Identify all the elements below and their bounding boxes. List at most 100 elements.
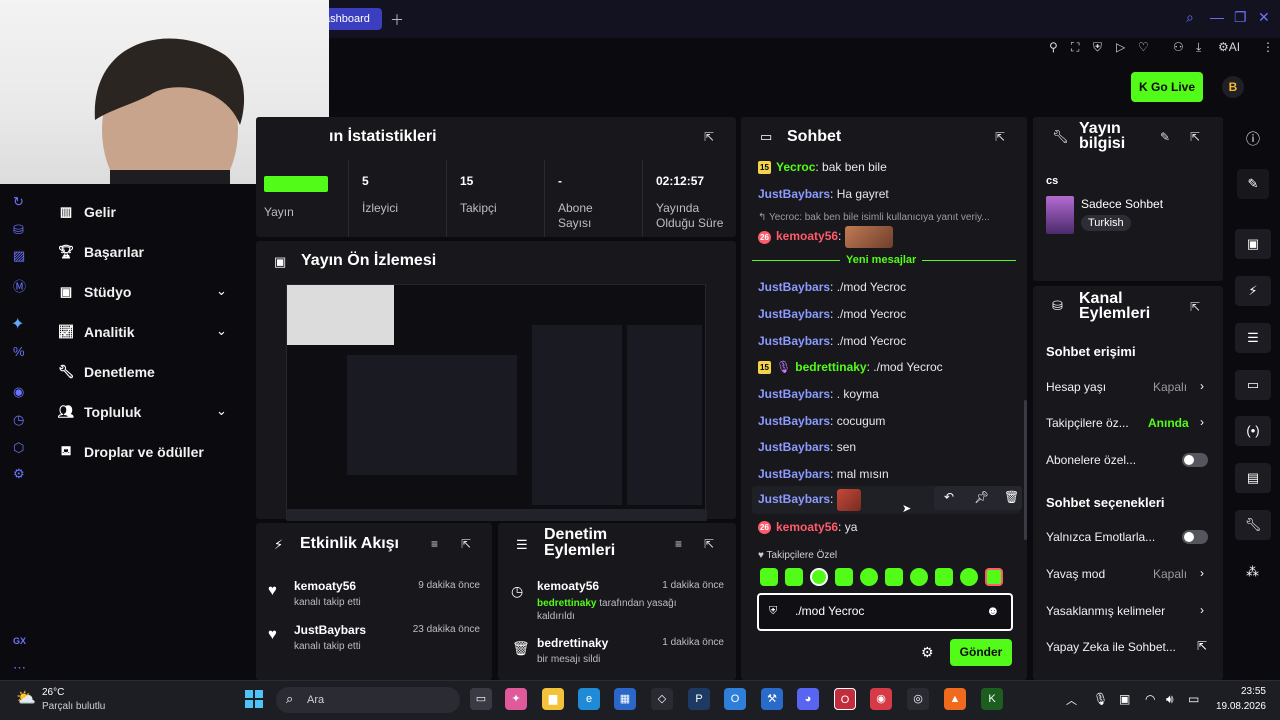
chevron-right-icon[interactable]: › [1200,379,1204,393]
emote-icon[interactable] [810,568,828,586]
sidebar-item-basarilar[interactable]: 🏆︎ Başarılar [56,241,144,263]
chat-username[interactable]: JustBaybars [758,187,830,201]
popout-icon[interactable]: ⇱ [995,130,1005,144]
chat-message[interactable]: JustBaybars: ./mod Yecroc [758,307,906,321]
new-tab-icon[interactable]: ＋ [390,10,404,30]
emote-icon[interactable] [935,568,953,586]
twitch-icon[interactable]: ▨ [13,248,25,264]
bag-icon[interactable]: ⛁ [13,222,24,238]
wrench-icon[interactable]: 🔧︎ [1235,510,1271,540]
info-icon[interactable]: ⓘ [1246,129,1260,149]
sidebar-item-gelir[interactable]: ▥ Gelir [56,201,116,223]
external-link-icon[interactable]: ⇱ [1197,639,1207,653]
row-ai-chat-label[interactable]: Yapay Zeka ile Sohbet... [1046,640,1176,654]
filter-icon[interactable]: ≡ [431,537,438,551]
taskbar-search[interactable] [276,687,460,713]
chat-username[interactable]: JustBaybars [758,414,830,428]
sidebar-item-analitik[interactable]: 📈︎ Analitik [56,321,135,343]
preview-toggle-icon[interactable]: ▣ [1235,229,1271,259]
account-icon[interactable]: ⚇ [1173,40,1184,54]
chat-username[interactable]: JustBaybars [758,280,830,294]
chevron-down-icon[interactable]: ⌄ [216,403,227,419]
mod-view-icon[interactable]: ▤ [1235,463,1271,493]
chat-message[interactable]: 15 Yecroc: bak ben bile [758,160,887,175]
chat-message[interactable]: JustBaybars: mal mısın [758,467,889,481]
play-icon[interactable]: ▷ [1116,40,1125,54]
chevron-down-icon[interactable]: ⌄ [216,323,227,339]
weather-temp[interactable]: 26°C [42,687,64,698]
edit-icon[interactable]: ✎ [1160,130,1170,144]
chat-message[interactable]: JustBaybars: . koyma [758,387,879,401]
chat-username[interactable]: bedrettinaky [795,360,866,374]
play-circle-icon[interactable]: ◉ [13,384,24,400]
pin-icon[interactable]: ⚲ [1049,40,1058,54]
chat-message[interactable]: 26 kemoaty56: [758,226,893,248]
emote-icon[interactable] [760,568,778,586]
extensions-icon[interactable]: ⬡ [13,440,24,456]
weather-text[interactable]: Parçalı bulutlu [42,701,105,712]
subscribers-only-toggle[interactable] [1182,453,1208,467]
chat-username[interactable]: Yecroc [776,160,815,174]
menu-icon[interactable]: ⋮ [1262,40,1274,54]
emote-icon[interactable] [860,568,878,586]
delete-icon[interactable]: 🗑︎ [1004,490,1019,504]
obs-icon[interactable]: ◎ [907,688,929,710]
sidebar-item-droplar[interactable]: ⛾ Droplar ve ödüller [56,441,204,463]
sidebar-item-studyo[interactable]: ▣ Stüdyo [56,281,132,303]
chat-username[interactable]: JustBaybars [758,334,830,348]
emote-icon[interactable] [985,568,1003,586]
app-icon[interactable]: ⚒ [761,688,783,710]
emote-icon[interactable] [835,568,853,586]
sidebar-item-denetleme[interactable]: 🔧︎ Denetleme [56,361,155,383]
event-user[interactable]: kemoaty56 [294,579,356,593]
chat-username[interactable]: kemoaty56 [776,229,838,243]
bolt-icon[interactable]: ⚡︎ [1235,276,1271,306]
chat-input[interactable]: ./mod Yecroc [795,604,864,618]
chat-username[interactable]: JustBaybars [758,440,830,454]
app-tray-icon[interactable]: ▣ [1119,692,1130,706]
row-banned-words-label[interactable]: Yasaklanmış kelimeler [1046,604,1165,618]
row-slow-mode-value[interactable]: Kapalı [1153,567,1187,581]
wifi-icon[interactable]: ◠ [1145,692,1155,706]
popout-icon[interactable]: ⇱ [1190,130,1200,144]
edit-icon[interactable]: ✎ [1237,169,1269,199]
clock-time[interactable]: 23:55 [1222,686,1266,697]
file-explorer-icon[interactable]: ▆ [542,688,564,710]
settings-icon[interactable]: ⚙ [13,466,25,482]
chat-username[interactable]: kemoaty56 [776,520,838,534]
popout-icon[interactable]: ⇱ [461,537,471,551]
list-icon[interactable]: ☰ [1235,323,1271,353]
emote-icon[interactable] [885,568,903,586]
chat-message[interactable]: JustBaybars: ./mod Yecroc [758,280,906,294]
popout-icon[interactable]: ⇱ [704,130,714,144]
chat-message[interactable]: 15 🎙︎ bedrettinaky: ./mod Yecroc [758,360,943,375]
event-user[interactable]: JustBaybars [294,623,366,637]
chat-message[interactable]: JustBaybars: ./mod Yecroc [758,334,906,348]
chevron-right-icon[interactable]: › [1200,603,1204,617]
close-icon[interactable]: ✕ [1258,9,1270,26]
mic-icon[interactable]: 🎙︎ [1093,692,1108,706]
popout-icon[interactable]: ⇱ [704,537,714,551]
kick-app-icon[interactable]: K [981,688,1003,710]
filter-icon[interactable]: ≡ [675,537,682,551]
emote-icon[interactable] [910,568,928,586]
settings-icon[interactable]: ⚙ [921,644,934,661]
percent-icon[interactable]: % [13,344,25,359]
sidebar-item-topluluk[interactable]: 👥︎ Topluluk [56,401,142,423]
chat-message[interactable]: JustBaybars: cocugum [758,414,885,428]
chat-username[interactable]: JustBaybars [758,467,830,481]
shield-icon[interactable]: ⛨ [1093,40,1102,55]
chat-scrollbar[interactable] [1024,400,1027,540]
mod-user[interactable]: bedrettinaky [537,636,608,650]
discord-icon[interactable]: ◕ [797,688,819,710]
edge-icon[interactable]: e [578,688,600,710]
ai-sparkle-icon[interactable]: ✦ [11,314,24,334]
dropbox-icon[interactable]: ◇ [651,688,673,710]
emoji-icon[interactable]: ☻ [986,603,1000,618]
pin-icon[interactable]: 📌︎ [974,490,989,504]
chat-icon[interactable]: ▭ [1235,370,1271,400]
stream-preview-video[interactable] [286,284,707,521]
tray-chevron-icon[interactable]: ︿ [1066,692,1077,708]
category-name[interactable]: Sadece Sohbet [1081,197,1163,211]
chat-username[interactable]: JustBaybars [758,492,830,506]
